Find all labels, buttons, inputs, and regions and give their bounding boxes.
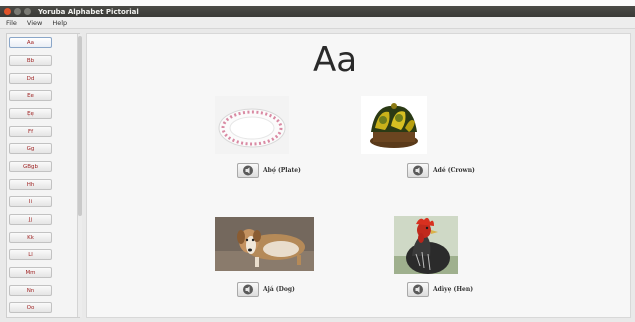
letter-button-oo[interactable]: Oo (9, 302, 52, 313)
letter-button-kk[interactable]: Kk (9, 232, 52, 243)
menu-bar: File View Help (0, 17, 635, 29)
crown-image (361, 96, 427, 154)
plate-image (215, 96, 289, 154)
hen-image (394, 216, 458, 274)
window-title: Yoruba Alphabet Pictorial (38, 7, 139, 16)
play-sound-button-dog[interactable] (237, 282, 259, 297)
title-bar: Yoruba Alphabet Pictorial (0, 6, 635, 17)
letter-button-ii[interactable]: Ii (9, 196, 52, 207)
speaker-icon (413, 165, 423, 176)
letter-button-hh[interactable]: Hh (9, 179, 52, 190)
speaker-icon (243, 284, 253, 295)
speaker-icon (413, 284, 423, 295)
menu-view[interactable]: View (27, 19, 42, 27)
menu-help[interactable]: Help (52, 19, 67, 27)
word-label-crown: Adé (Crown) (433, 167, 475, 174)
word-label-dog: Ajá (Dog) (263, 286, 295, 293)
maximize-icon[interactable] (24, 8, 31, 15)
main-panel: Aa Abọ́ (Plate) Adé (Crown) Ajá (Dog) Ad… (86, 33, 631, 318)
letter-button-ee[interactable]: Ee (9, 90, 52, 101)
letter-button-bb[interactable]: Bb (9, 55, 52, 66)
letter-button-nn[interactable]: Nn (9, 285, 52, 296)
minimize-icon[interactable] (14, 8, 21, 15)
close-icon[interactable] (4, 8, 11, 15)
play-sound-button-crown[interactable] (407, 163, 429, 178)
sidebar-scrollbar[interactable] (77, 34, 82, 317)
play-sound-button-plate[interactable] (237, 163, 259, 178)
letter-button-dd[interactable]: Dd (9, 73, 52, 84)
letter-button-aa[interactable]: Aa (9, 37, 52, 48)
speaker-icon (243, 165, 253, 176)
letter-button-ff[interactable]: Ff (9, 126, 52, 137)
letter-button-mm[interactable]: Mm (9, 267, 52, 278)
current-letter: Aa (313, 40, 358, 80)
letter-button-ll[interactable]: Ll (9, 249, 52, 260)
letter-button-e-dot[interactable]: Ẹẹ (9, 108, 52, 119)
letter-sidebar: Aa Bb Dd Ee Ẹẹ Ff Gg GBgb Hh Ii Jj Kk Ll… (6, 33, 82, 318)
letter-button-gbgb[interactable]: GBgb (9, 161, 52, 172)
dog-image (215, 217, 314, 271)
letter-button-gg[interactable]: Gg (9, 143, 52, 154)
word-label-hen: Adìyẹ (Hen) (433, 286, 474, 293)
play-sound-button-hen[interactable] (407, 282, 429, 297)
scrollbar-thumb[interactable] (78, 36, 82, 216)
menu-file[interactable]: File (6, 19, 17, 27)
letter-button-jj[interactable]: Jj (9, 214, 52, 225)
word-label-plate: Abọ́ (Plate) (263, 167, 301, 174)
